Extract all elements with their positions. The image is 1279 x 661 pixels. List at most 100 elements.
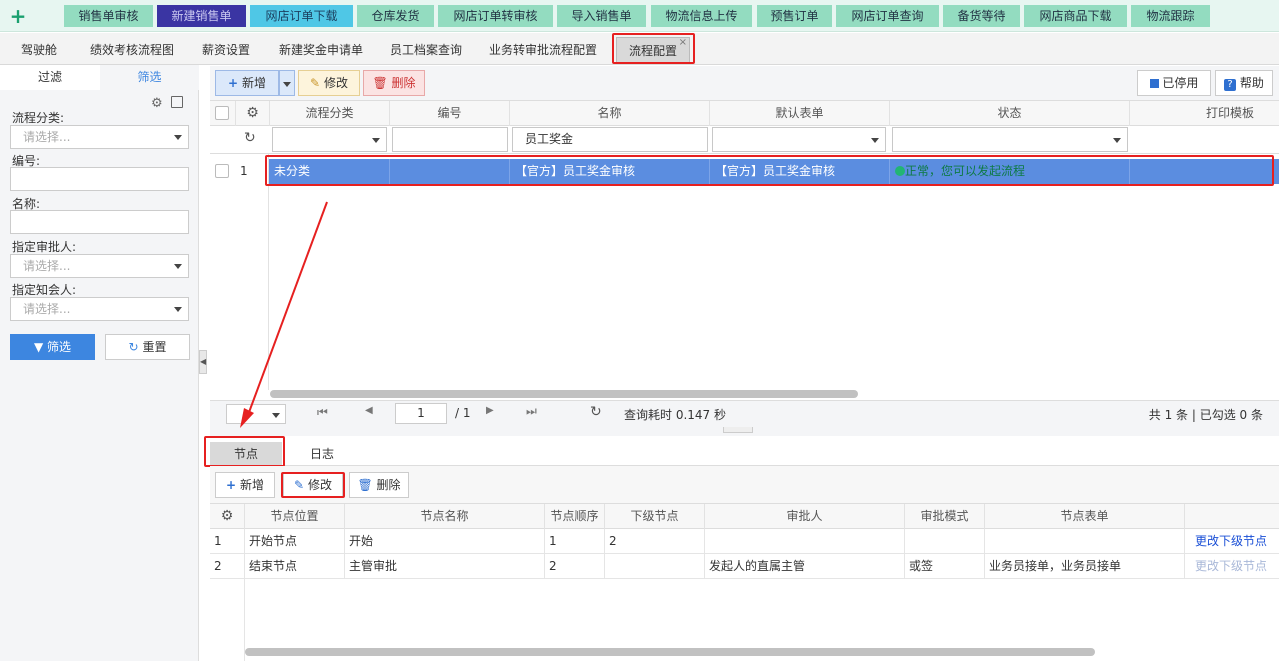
gear-icon[interactable]: ⚙ [236, 101, 270, 126]
plus-icon: + [226, 478, 237, 492]
gear-icon[interactable]: ⚙ [210, 504, 245, 529]
node-add-button[interactable]: + 新增 [215, 472, 275, 498]
help-button[interactable]: ? 帮助 [1215, 70, 1273, 96]
col-default-form[interactable]: 默认表单 [710, 101, 890, 126]
cell-name: 【官方】员工奖金审核 [510, 159, 710, 184]
filter-number-input[interactable] [392, 127, 508, 152]
page-size-select[interactable] [226, 404, 286, 424]
tab-performance-flow[interactable]: 绩效考核流程图 [78, 37, 186, 64]
close-icon[interactable]: × [679, 29, 687, 56]
cell-name: 主管审批 [345, 554, 545, 579]
filter-name-input[interactable]: 员工奖金 [512, 127, 708, 152]
refresh-icon[interactable]: ↻ [244, 130, 256, 146]
next-page-icon[interactable]: ▶ [486, 405, 494, 416]
menu-import-sales[interactable]: 导入销售单 [557, 5, 646, 27]
cell-position: 开始节点 [245, 529, 345, 554]
col-status[interactable]: 状态 [890, 101, 1130, 126]
prev-page-icon[interactable]: ◀ [365, 405, 373, 416]
menu-warehouse-ship[interactable]: 仓库发货 [357, 5, 434, 27]
row-checkbox[interactable] [215, 164, 229, 178]
add-button[interactable]: + 新增 [215, 70, 279, 96]
filter-button[interactable]: ▼ 筛选 [10, 334, 95, 360]
menu-stock-wait[interactable]: 备货等待 [943, 5, 1020, 27]
node-edit-button[interactable]: ✎ 修改 [283, 472, 343, 498]
col-node-position[interactable]: 节点位置 [245, 504, 345, 529]
change-next-node-link[interactable]: 更改下级节点 [1185, 529, 1279, 554]
trash-icon: 🗑 [372, 76, 388, 90]
add-dropdown[interactable] [279, 70, 295, 96]
tab-employee-records[interactable]: 员工档案查询 [380, 37, 472, 64]
col-node-form[interactable]: 节点表单 [985, 504, 1185, 529]
table-row[interactable]: 1 开始节点 开始 1 2 更改下级节点 [210, 529, 1279, 554]
grid-body: 1 [210, 154, 1279, 400]
menu-online-order-download[interactable]: 网店订单下载 [250, 5, 353, 27]
refresh-icon: ↻ [128, 340, 139, 354]
filter-form-select[interactable] [712, 127, 886, 152]
filter-category-select[interactable] [272, 127, 387, 152]
cell-name: 开始 [345, 529, 545, 554]
edit-icon: ✎ [294, 478, 305, 492]
add-menu-icon[interactable]: + [8, 4, 28, 28]
horizontal-scrollbar[interactable] [245, 648, 1095, 656]
col-print-template[interactable]: 打印模板 [1130, 101, 1279, 126]
notifier-select[interactable]: 请选择... [10, 297, 189, 321]
menu-presale-order[interactable]: 预售订单 [757, 5, 832, 27]
name-input[interactable] [10, 210, 189, 234]
chevron-down-icon [1113, 138, 1121, 143]
node-delete-button[interactable]: 🗑 删除 [349, 472, 409, 498]
tab-flow-config[interactable]: 流程配置 × [616, 37, 690, 64]
number-input[interactable] [10, 167, 189, 191]
col-approver[interactable]: 审批人 [705, 504, 905, 529]
category-placeholder: 请选择... [23, 130, 71, 144]
horizontal-scrollbar[interactable] [270, 390, 858, 398]
grid-header: ⚙ 流程分类 编号 名称 默认表单 状态 打印模板 [210, 100, 1279, 126]
cell-form [985, 529, 1185, 554]
menu-online-order-query[interactable]: 网店订单查询 [836, 5, 939, 27]
disabled-button[interactable]: 已停用 [1137, 70, 1211, 96]
col-number[interactable]: 编号 [390, 101, 510, 126]
menu-online-product-download[interactable]: 网店商品下载 [1024, 5, 1127, 27]
category-select[interactable]: 请选择... [10, 125, 189, 149]
col-name[interactable]: 名称 [510, 101, 710, 126]
col-node-name[interactable]: 节点名称 [345, 504, 545, 529]
col-category[interactable]: 流程分类 [270, 101, 390, 126]
tab-salary-settings[interactable]: 薪资设置 [192, 37, 260, 64]
col-approval-mode[interactable]: 审批模式 [905, 504, 985, 529]
delete-button[interactable]: 🗑 删除 [363, 70, 425, 96]
label-category: 流程分类: [12, 111, 65, 125]
tab-cockpit[interactable]: 驾驶舱 [8, 37, 70, 64]
last-page-icon[interactable]: ⏭ [526, 404, 537, 419]
approver-select[interactable]: 请选择... [10, 254, 189, 278]
tab-business-approval-config[interactable]: 业务转审批流程配置 [478, 37, 608, 64]
tab-new-bonus[interactable]: 新建奖金申请单 [268, 37, 374, 64]
approver-placeholder: 请选择... [23, 259, 71, 273]
notifier-placeholder: 请选择... [23, 302, 71, 316]
page-input[interactable]: 1 [395, 403, 447, 424]
first-page-icon[interactable]: ⏮ [317, 405, 328, 420]
col-node-order[interactable]: 节点顺序 [545, 504, 605, 529]
tab-screen[interactable]: 筛选 [100, 65, 199, 90]
splitter[interactable] [210, 427, 1279, 436]
menu-logistics-upload[interactable]: 物流信息上传 [651, 5, 752, 27]
table-row[interactable]: 未分类 【官方】员工奖金审核 【官方】员工奖金审核 正常，您可以发起流程 [269, 159, 1279, 184]
splitter-handle[interactable] [723, 427, 753, 433]
save-icon[interactable] [171, 96, 183, 108]
col-next-node[interactable]: 下级节点 [605, 504, 705, 529]
tab-filter[interactable]: 过滤 [0, 65, 100, 90]
menu-sales-audit[interactable]: 销售单审核 [64, 5, 153, 27]
disabled-button-label: 已停用 [1162, 76, 1199, 90]
tab-nodes[interactable]: 节点 [210, 442, 282, 466]
edit-button[interactable]: ✎ 修改 [298, 70, 360, 96]
top-menu-bar: + 销售单审核 新建销售单 网店订单下载 仓库发货 网店订单转审核 导入销售单 … [0, 0, 1279, 32]
filter-status-select[interactable] [892, 127, 1128, 152]
reset-button[interactable]: ↻ 重置 [105, 334, 190, 360]
menu-logistics-track[interactable]: 物流跟踪 [1131, 5, 1210, 27]
refresh-icon[interactable]: ↻ [590, 404, 602, 420]
menu-online-order-audit[interactable]: 网店订单转审核 [438, 5, 553, 27]
menu-new-sales[interactable]: 新建销售单 [157, 5, 246, 27]
table-row[interactable]: 2 结束节点 主管审批 2 发起人的直属主管 或签 业务员接单，业务员接单 更改… [210, 554, 1279, 579]
tab-log[interactable]: 日志 [288, 442, 356, 466]
collapse-panel-handle[interactable]: ◀ [199, 350, 207, 374]
gear-icon[interactable]: ⚙ [151, 96, 163, 111]
select-all-checkbox[interactable] [215, 106, 229, 120]
